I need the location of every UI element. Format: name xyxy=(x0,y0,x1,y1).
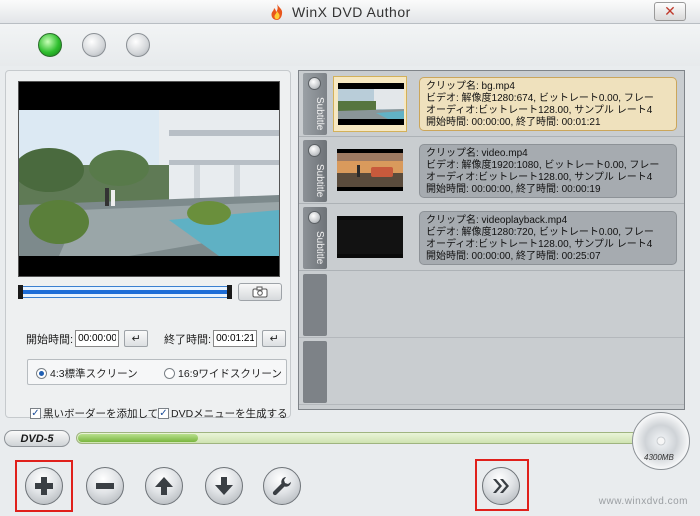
title-bar: WinX DVD Author ✕ xyxy=(0,0,700,24)
status-indicator xyxy=(126,33,150,57)
window-title: WinX DVD Author xyxy=(292,4,411,20)
aspect-43-label: 4:3標準スクリーン xyxy=(50,368,138,380)
website-watermark: www.winxdvd.com xyxy=(598,496,688,507)
subtitle-toggle-icon xyxy=(308,211,321,224)
close-button[interactable]: ✕ xyxy=(654,2,686,21)
subtitle-tab[interactable]: Subtitle xyxy=(303,140,327,202)
arrow-up-icon xyxy=(155,477,173,495)
settings-button[interactable] xyxy=(263,467,301,505)
wrench-icon xyxy=(272,477,291,496)
next-step-button[interactable] xyxy=(482,467,520,505)
video-preview xyxy=(18,81,280,277)
clip-time-info: 開始時間: 00:00:00, 終了時間: 00:00:19 xyxy=(426,184,601,195)
clip-thumbnail-frame xyxy=(333,210,407,266)
disc-capacity-used xyxy=(78,434,198,442)
radio-selected-icon xyxy=(36,368,47,379)
aspect-169-label: 16:9ワイドスクリーン xyxy=(178,368,282,380)
start-time-apply-button[interactable]: ↵ xyxy=(124,330,149,347)
subtitle-toggle-icon xyxy=(308,144,321,157)
preview-image xyxy=(19,110,279,256)
clip-thumbnail xyxy=(337,216,403,258)
checkmark-icon: ✓ xyxy=(158,408,169,419)
remove-video-button[interactable] xyxy=(86,467,124,505)
aspect-169-radio[interactable]: 16:9ワイドスクリーン xyxy=(164,366,282,381)
clip-time-info: 開始時間: 00:00:00, 終了時間: 00:25:07 xyxy=(426,251,601,262)
clip-time-info: 開始時間: 00:00:00, 終了時間: 00:01:21 xyxy=(426,117,601,128)
subtitle-tab[interactable]: Subtitle xyxy=(303,73,327,135)
seek-bar[interactable] xyxy=(18,285,232,299)
snapshot-button[interactable] xyxy=(238,283,282,301)
clip-thumbnail xyxy=(338,83,404,125)
subtitle-tab-label: Subtitle xyxy=(314,97,325,131)
end-time-group: 終了時間: ↵ xyxy=(164,330,287,347)
camera-icon xyxy=(252,286,268,298)
close-x-icon: ✕ xyxy=(664,3,676,19)
move-up-button[interactable] xyxy=(145,467,183,505)
checkmark-icon: ✓ xyxy=(30,408,41,419)
radio-unselected-icon xyxy=(164,368,175,379)
empty-slot-tab xyxy=(303,274,327,336)
subtitle-tab[interactable]: Subtitle xyxy=(303,207,327,269)
enter-icon: ↵ xyxy=(269,333,279,345)
clip-thumbnail-frame xyxy=(333,76,407,132)
empty-clip-slot xyxy=(299,272,684,338)
dvd-menu-label: DVDメニューを生成する xyxy=(171,408,288,420)
end-time-input[interactable] xyxy=(213,330,258,347)
disc-capacity-bar xyxy=(76,432,650,444)
clip-details: クリップ名: bg.mp4 ビデオ: 解像度1280:674, ビットレート0.… xyxy=(419,77,677,131)
dvd-menu-checkbox[interactable]: ✓ DVDメニューを生成する xyxy=(158,406,288,421)
clip-video-info: ビデオ: 解像度1280:720, ビットレート0.00, フレー xyxy=(426,227,654,238)
clip-list[interactable]: Subtitle クリップ名: bg.mp4 ビデオ: 解像度1280:674,… xyxy=(298,70,685,410)
flame-logo-icon xyxy=(271,4,283,20)
empty-slot-tab xyxy=(303,341,327,403)
plus-icon xyxy=(35,477,53,495)
clip-details: クリップ名: videoplayback.mp4 ビデオ: 解像度1280:72… xyxy=(419,211,677,265)
subtitle-toggle-icon xyxy=(308,77,321,90)
clip-item[interactable]: Subtitle クリップ名: video.mp4 ビデオ: 解像度1920:1… xyxy=(299,138,684,204)
clip-audio-info: オーディオ:ビットレート128.00, サンプル レート4 xyxy=(426,239,653,250)
status-indicator xyxy=(82,33,106,57)
trim-start-handle[interactable] xyxy=(18,285,23,299)
add-video-button[interactable] xyxy=(25,467,63,505)
clip-item[interactable]: Subtitle クリップ名: videoplayback.mp4 ビデオ: 解… xyxy=(299,205,684,271)
enter-icon: ↵ xyxy=(131,333,141,345)
clip-name: クリップ名: bg.mp4 xyxy=(426,81,515,92)
black-border-label: 黒いボーダーを添加して xyxy=(43,408,159,420)
disc-type-label: DVD-5 xyxy=(20,432,54,445)
end-time-apply-button[interactable]: ↵ xyxy=(262,330,287,347)
preview-panel: 開始時間: ↵ 終了時間: ↵ 4:3標準スクリーン 16:9ワイドスクリーン … xyxy=(5,70,291,421)
minus-icon xyxy=(96,483,114,489)
aspect-43-radio[interactable]: 4:3標準スクリーン xyxy=(36,366,138,381)
trim-end-handle[interactable] xyxy=(227,285,232,299)
clip-audio-info: オーディオ:ビットレート128.00, サンプル レート4 xyxy=(426,105,653,116)
start-time-input[interactable] xyxy=(75,330,120,347)
end-time-label: 終了時間: xyxy=(164,333,212,346)
clip-item[interactable]: Subtitle クリップ名: bg.mp4 ビデオ: 解像度1280:674,… xyxy=(299,71,684,137)
clip-thumbnail xyxy=(337,149,403,191)
clip-thumbnail-frame xyxy=(333,143,407,199)
clip-name: クリップ名: video.mp4 xyxy=(426,148,528,159)
empty-clip-slot xyxy=(299,339,684,405)
clip-details: クリップ名: video.mp4 ビデオ: 解像度1920:1080, ビットレ… xyxy=(419,144,677,198)
start-time-label: 開始時間: xyxy=(26,333,74,346)
move-down-button[interactable] xyxy=(205,467,243,505)
arrow-down-icon xyxy=(215,477,233,495)
black-border-checkbox[interactable]: ✓ 黒いボーダーを添加して xyxy=(30,406,158,421)
clip-audio-info: オーディオ:ビットレート128.00, サンプル レート4 xyxy=(426,172,653,183)
subtitle-tab-label: Subtitle xyxy=(314,164,325,198)
disc-type-badge[interactable]: DVD-5 xyxy=(4,430,70,447)
clip-video-info: ビデオ: 解像度1920:1080, ビットレート0.00, フレー xyxy=(426,160,660,171)
start-time-group: 開始時間: ↵ xyxy=(26,330,149,347)
double-chevron-right-icon xyxy=(493,479,509,493)
subtitle-tab-label: Subtitle xyxy=(314,231,325,265)
seek-progress xyxy=(22,290,228,294)
clip-video-info: ビデオ: 解像度1280:674, ビットレート0.00, フレー xyxy=(426,93,654,104)
clip-name: クリップ名: videoplayback.mp4 xyxy=(426,215,568,226)
aspect-ratio-group: 4:3標準スクリーン 16:9ワイドスクリーン xyxy=(27,359,287,385)
status-indicator-active xyxy=(38,33,62,57)
disc-capacity-label: 4300MB xyxy=(644,453,674,462)
